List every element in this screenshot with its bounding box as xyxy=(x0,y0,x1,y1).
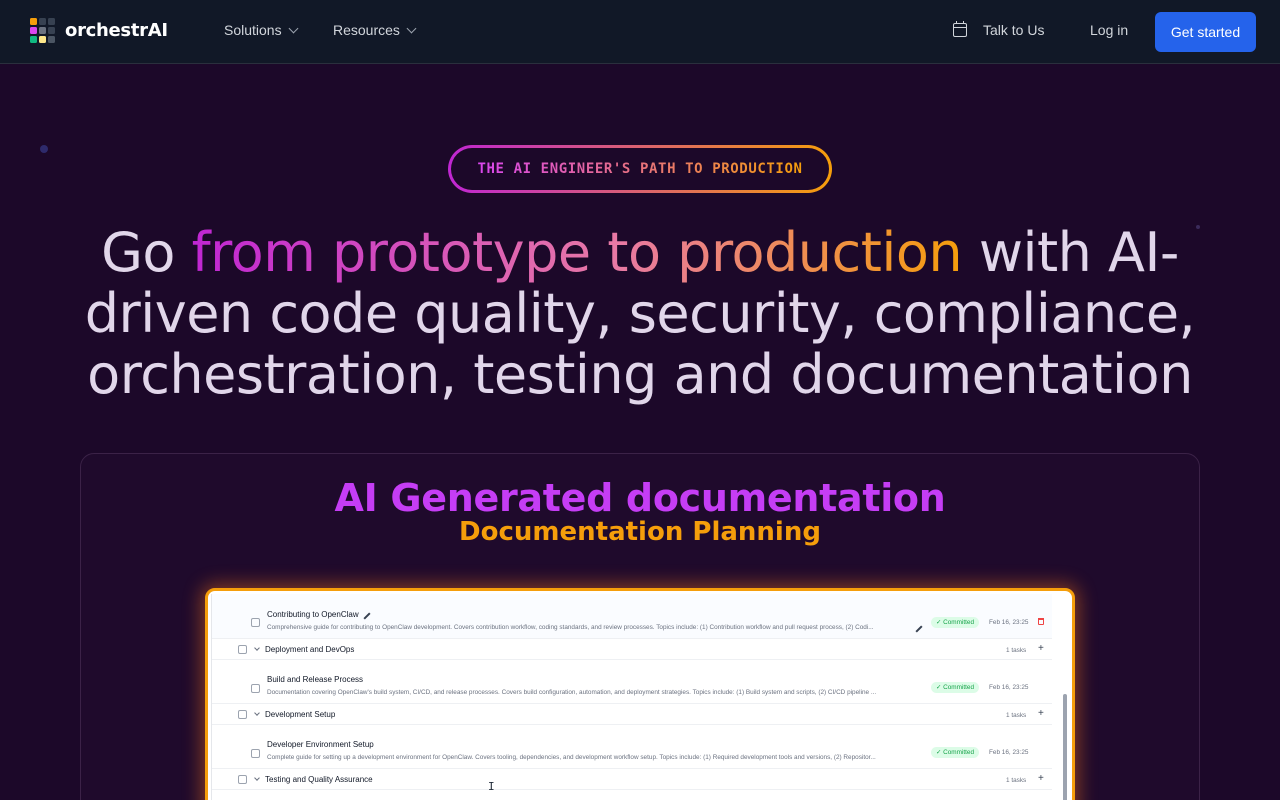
group-title: Development Setup xyxy=(265,710,336,719)
scrollbar[interactable] xyxy=(1063,694,1067,800)
row-checkbox[interactable] xyxy=(251,749,260,758)
edit-icon[interactable] xyxy=(363,612,371,620)
task-title: Developer Environment Setup xyxy=(267,740,374,749)
row-checkbox[interactable] xyxy=(251,618,260,627)
top-nav: orchestrAI Solutions Resources Talk to U… xyxy=(0,0,1280,64)
nav-solutions-dropdown[interactable]: Solutions xyxy=(224,22,299,38)
trash-icon[interactable] xyxy=(1038,618,1044,625)
status-badge: ✓ Committed xyxy=(931,617,980,628)
nav-resources-label: Resources xyxy=(333,22,400,38)
group-row[interactable]: Testing and Quality Assurance 1 tasks + xyxy=(212,769,1052,790)
task-date: Feb 16, 23:25 xyxy=(989,619,1029,626)
doc-planning-preview: Contributing to OpenClaw Comprehensive g… xyxy=(205,588,1075,800)
headline-pre: Go xyxy=(101,221,192,284)
task-description: Comprehensive guide for contributing to … xyxy=(267,624,874,631)
group-row[interactable]: Deployment and DevOps 1 tasks + xyxy=(212,639,1052,660)
row-checkbox[interactable] xyxy=(251,684,260,693)
task-title: Contributing to OpenClaw xyxy=(267,610,359,619)
chevron-down-icon[interactable] xyxy=(254,645,260,651)
logo-grid-icon xyxy=(30,18,55,43)
task-description: Complete guide for setting up a developm… xyxy=(267,754,876,761)
status-badge: ✓ Committed xyxy=(931,682,980,693)
talk-to-us-link[interactable]: Talk to Us xyxy=(953,21,1045,38)
decorative-dot xyxy=(40,145,48,153)
hero-headline: Go from prototype to production with AI-… xyxy=(60,222,1220,405)
hero-badge: THE AI ENGINEER'S PATH TO PRODUCTION xyxy=(448,145,832,193)
chevron-down-icon xyxy=(288,23,299,34)
hero-badge-text: THE AI ENGINEER'S PATH TO PRODUCTION xyxy=(477,161,803,177)
group-checkbox[interactable] xyxy=(238,710,247,719)
group-task-count: 1 tasks xyxy=(1006,777,1027,784)
edit-icon[interactable] xyxy=(915,625,923,633)
group-title: Testing and Quality Assurance xyxy=(265,775,373,784)
table-row[interactable]: Contributing to OpenClaw Comprehensive g… xyxy=(212,594,1052,639)
feature-subtitle: Documentation Planning xyxy=(459,517,821,547)
feature-title: AI Generated documentation xyxy=(334,476,946,520)
add-icon[interactable]: + xyxy=(1038,774,1044,784)
task-description: Documentation covering OpenClaw's build … xyxy=(267,689,877,696)
doc-list: Contributing to OpenClaw Comprehensive g… xyxy=(211,594,1069,800)
text-cursor-icon: I xyxy=(488,780,495,793)
calendar-icon xyxy=(953,21,967,37)
group-task-count: 1 tasks xyxy=(1006,712,1027,719)
brand-name: orchestrAI xyxy=(65,20,168,41)
task-date: Feb 16, 23:25 xyxy=(989,749,1029,756)
brand-logo[interactable]: orchestrAI xyxy=(30,18,168,43)
talk-to-us-label: Talk to Us xyxy=(983,22,1045,38)
nav-resources-dropdown[interactable]: Resources xyxy=(333,22,417,38)
add-icon[interactable]: + xyxy=(1038,709,1044,719)
headline-highlight: from prototype to production xyxy=(191,221,963,284)
task-date: Feb 16, 23:25 xyxy=(989,684,1029,691)
nav-solutions-label: Solutions xyxy=(224,22,282,38)
table-row[interactable]: Build and Release Process Documentation … xyxy=(212,660,1052,704)
chevron-down-icon[interactable] xyxy=(254,775,260,781)
get-started-button[interactable]: Get started xyxy=(1155,12,1256,52)
group-task-count: 1 tasks xyxy=(1006,647,1027,654)
chevron-down-icon[interactable] xyxy=(254,710,260,716)
task-title: Build and Release Process xyxy=(267,675,364,684)
group-title: Deployment and DevOps xyxy=(265,645,355,654)
table-row[interactable]: Developer Environment Setup Complete gui… xyxy=(212,725,1052,769)
add-icon[interactable]: + xyxy=(1038,644,1044,654)
chevron-down-icon xyxy=(406,23,417,34)
group-checkbox[interactable] xyxy=(238,775,247,784)
group-row[interactable]: Development Setup 1 tasks + xyxy=(212,704,1052,725)
status-badge: ✓ Committed xyxy=(931,747,980,758)
login-link[interactable]: Log in xyxy=(1090,22,1128,38)
group-checkbox[interactable] xyxy=(238,645,247,654)
